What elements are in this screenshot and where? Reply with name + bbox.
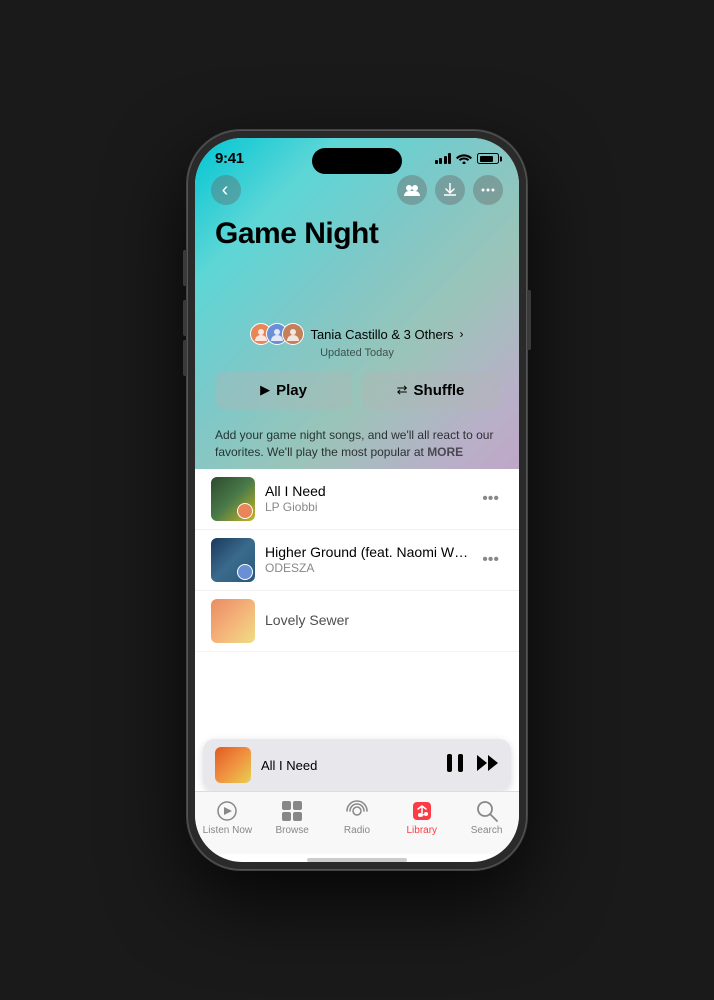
- action-buttons: ▶ Play ⇄ Shuffle: [195, 359, 519, 419]
- phone-frame: 9:41: [187, 130, 527, 870]
- mini-pause-button[interactable]: [447, 754, 463, 777]
- play-icon: ▶: [260, 382, 270, 398]
- song-more-1[interactable]: •••: [478, 486, 503, 512]
- top-nav: [195, 171, 519, 213]
- shuffle-label: Shuffle: [414, 382, 465, 399]
- song-art-avatar-1: [237, 503, 253, 519]
- more-options-button[interactable]: [473, 175, 503, 205]
- collaborators-button[interactable]: [397, 175, 427, 205]
- search-icon: [476, 800, 498, 822]
- shuffle-button[interactable]: ⇄ Shuffle: [362, 371, 499, 409]
- nav-right-buttons: [397, 175, 503, 205]
- song-item-2[interactable]: Higher Ground (feat. Naomi Wild) ODESZA …: [195, 530, 519, 591]
- dynamic-island: [312, 148, 402, 174]
- collab-section: Tania Castillo & 3 Others › Updated Toda…: [195, 323, 519, 359]
- download-button[interactable]: [435, 175, 465, 205]
- battery-icon: [477, 153, 499, 164]
- song-art-3: [211, 599, 255, 643]
- song-more-2[interactable]: •••: [478, 547, 503, 573]
- browse-icon: [281, 800, 303, 822]
- playlist-description: Add your game night songs, and we'll all…: [195, 419, 519, 469]
- song-title-1: All I Need: [265, 483, 468, 499]
- mini-player-art: [215, 747, 251, 783]
- tab-listen-now[interactable]: Listen Now: [200, 800, 255, 836]
- status-icons: [435, 153, 500, 164]
- song-item-1[interactable]: All I Need LP Giobbi •••: [195, 469, 519, 530]
- home-indicator: [307, 858, 407, 862]
- tab-listen-now-label: Listen Now: [203, 825, 252, 836]
- collab-name: Tania Castillo & 3 Others: [310, 327, 453, 342]
- shuffle-icon: ⇄: [397, 382, 408, 398]
- tab-browse-label: Browse: [276, 825, 309, 836]
- signal-icon: [435, 153, 452, 164]
- phone-screen: 9:41: [195, 138, 519, 862]
- play-label: Play: [276, 382, 307, 399]
- wifi-icon: [456, 153, 472, 164]
- song-artist-2: ODESZA: [265, 561, 468, 575]
- radio-icon: [346, 800, 368, 822]
- song-art-1: [211, 477, 255, 521]
- library-icon: [411, 800, 433, 822]
- tab-search-label: Search: [471, 825, 503, 836]
- back-button[interactable]: [211, 175, 241, 205]
- song-info-1: All I Need LP Giobbi: [265, 483, 468, 514]
- song-artist-1: LP Giobbi: [265, 500, 468, 514]
- song-art-avatar-2: [237, 564, 253, 580]
- avatar-3: [282, 323, 304, 345]
- tab-radio[interactable]: Radio: [329, 800, 384, 836]
- song-title-2: Higher Ground (feat. Naomi Wild): [265, 544, 468, 560]
- collab-avatars: [250, 323, 304, 345]
- tab-radio-label: Radio: [344, 825, 370, 836]
- mini-player-controls: [447, 754, 499, 777]
- song-info-2: Higher Ground (feat. Naomi Wild) ODESZA: [265, 544, 468, 575]
- collab-arrow-icon: ›: [460, 327, 464, 341]
- tab-search[interactable]: Search: [459, 800, 514, 836]
- mini-player[interactable]: All I Need: [203, 739, 511, 791]
- tab-bar: Listen Now Browse Radio: [195, 791, 519, 854]
- status-time: 9:41: [215, 150, 244, 167]
- song-item-3[interactable]: Lovely Sewer: [195, 591, 519, 652]
- collab-row[interactable]: Tania Castillo & 3 Others ›: [250, 323, 463, 345]
- mini-forward-button[interactable]: [477, 755, 499, 776]
- song-art-2: [211, 538, 255, 582]
- song-title-3: Lovely Sewer: [265, 612, 503, 628]
- playlist-title: Game Night: [195, 213, 519, 263]
- updated-text: Updated Today: [320, 347, 394, 359]
- tab-library[interactable]: Library: [394, 800, 449, 836]
- tab-browse[interactable]: Browse: [265, 800, 320, 836]
- tab-library-label: Library: [406, 825, 437, 836]
- play-button[interactable]: ▶ Play: [215, 371, 352, 409]
- listen-now-icon: [216, 800, 238, 822]
- song-info-3: Lovely Sewer: [265, 612, 503, 629]
- mini-player-title: All I Need: [261, 758, 437, 773]
- song-list: All I Need LP Giobbi ••• Higher Ground (…: [195, 469, 519, 739]
- more-link[interactable]: MORE: [427, 445, 463, 459]
